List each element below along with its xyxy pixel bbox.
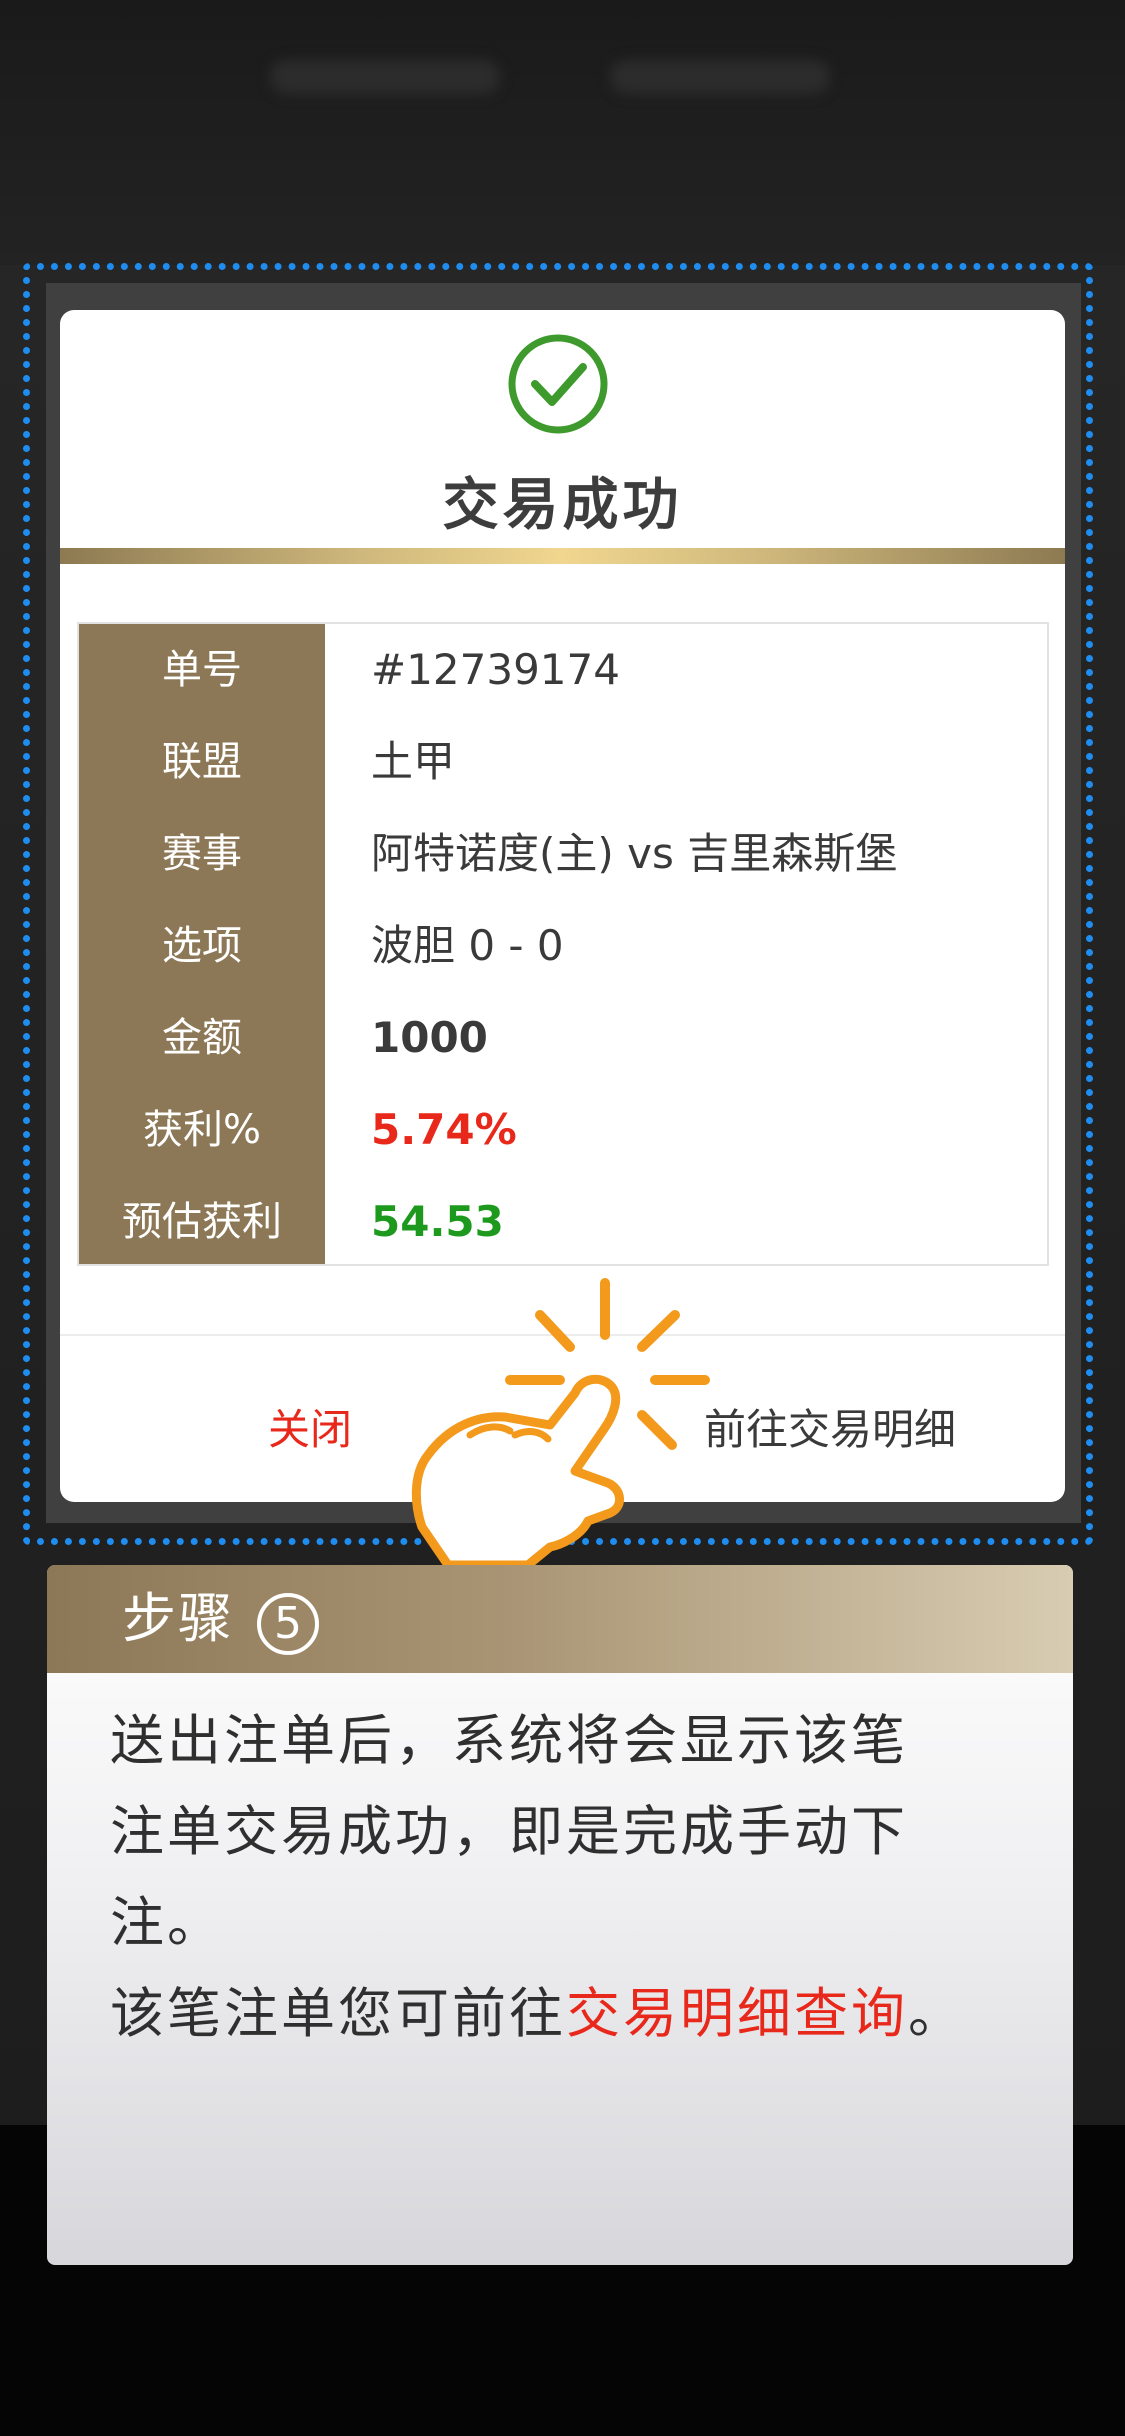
row-label: 金额 [162,1015,242,1061]
step-text-prefix: 该笔注单您可前往 [110,1982,566,2045]
row-label: 单号 [162,647,242,693]
profit-rate-value: 5.74% [371,1105,517,1154]
step-text-line: 送出注单后，系统将会显示该笔 [110,1709,908,1772]
tapping-hand-icon [411,1278,710,1565]
league-value: 土甲 [371,737,456,786]
close-button[interactable]: 关闭 [240,1390,380,1470]
check-circle-icon [508,334,608,434]
transaction-query-link[interactable]: 交易明细查询 [566,1982,908,2045]
step-instruction-card: 步骤 5 送出注单后，系统将会显示该笔 注单交易成功，即是完成手动下 注。 该笔… [47,1565,1073,2265]
table-row-profit-rate: 获利% 5.74% [79,1084,1047,1176]
bet-info-table: 单号 #12739174 联盟 土甲 赛事 阿特诺度(主) vs 吉里森斯堡 选… [77,622,1049,1266]
match-value: 阿特诺度(主) vs 吉里森斯堡 [371,829,898,878]
row-label: 预估获利 [122,1199,282,1245]
estimated-profit-value: 54.53 [371,1197,504,1246]
table-row-match: 赛事 阿特诺度(主) vs 吉里森斯堡 [79,808,1047,900]
option-value: 波胆 0 - 0 [371,921,564,970]
row-label: 赛事 [162,831,242,877]
amount-value: 1000 [371,1013,488,1062]
table-row-order-id: 单号 #12739174 [79,624,1047,716]
table-row-estimated-profit: 预估获利 54.53 [79,1176,1047,1268]
step-title: 步骤 [122,1587,234,1650]
row-label: 获利% [142,1107,261,1153]
app-header-backdrop [0,0,1125,265]
table-row-league: 联盟 土甲 [79,716,1047,808]
step-header: 步骤 5 [47,1565,1073,1673]
order-id-value: #12739174 [371,645,620,694]
table-row-option: 选项 波胆 0 - 0 [79,900,1047,992]
dialog-title: 交易成功 [442,473,683,538]
blurred-tab [270,60,500,94]
step-description: 送出注单后，系统将会显示该笔 注单交易成功，即是完成手动下 注。 该笔注单您可前… [110,1695,1030,2059]
row-label: 联盟 [162,739,242,785]
blurred-tab [610,60,830,94]
gold-divider [60,548,1065,564]
step-text-line: 注。 [110,1891,224,1954]
step-text-suffix: 。 [908,1982,965,2045]
row-label: 选项 [162,923,242,969]
table-row-amount: 金额 1000 [79,992,1047,1084]
step-text-line: 该笔注单您可前往交易明细查询。 [110,1968,1030,2059]
step-number-badge: 5 [257,1593,319,1655]
step-text-line: 注单交易成功，即是完成手动下 [110,1800,908,1863]
